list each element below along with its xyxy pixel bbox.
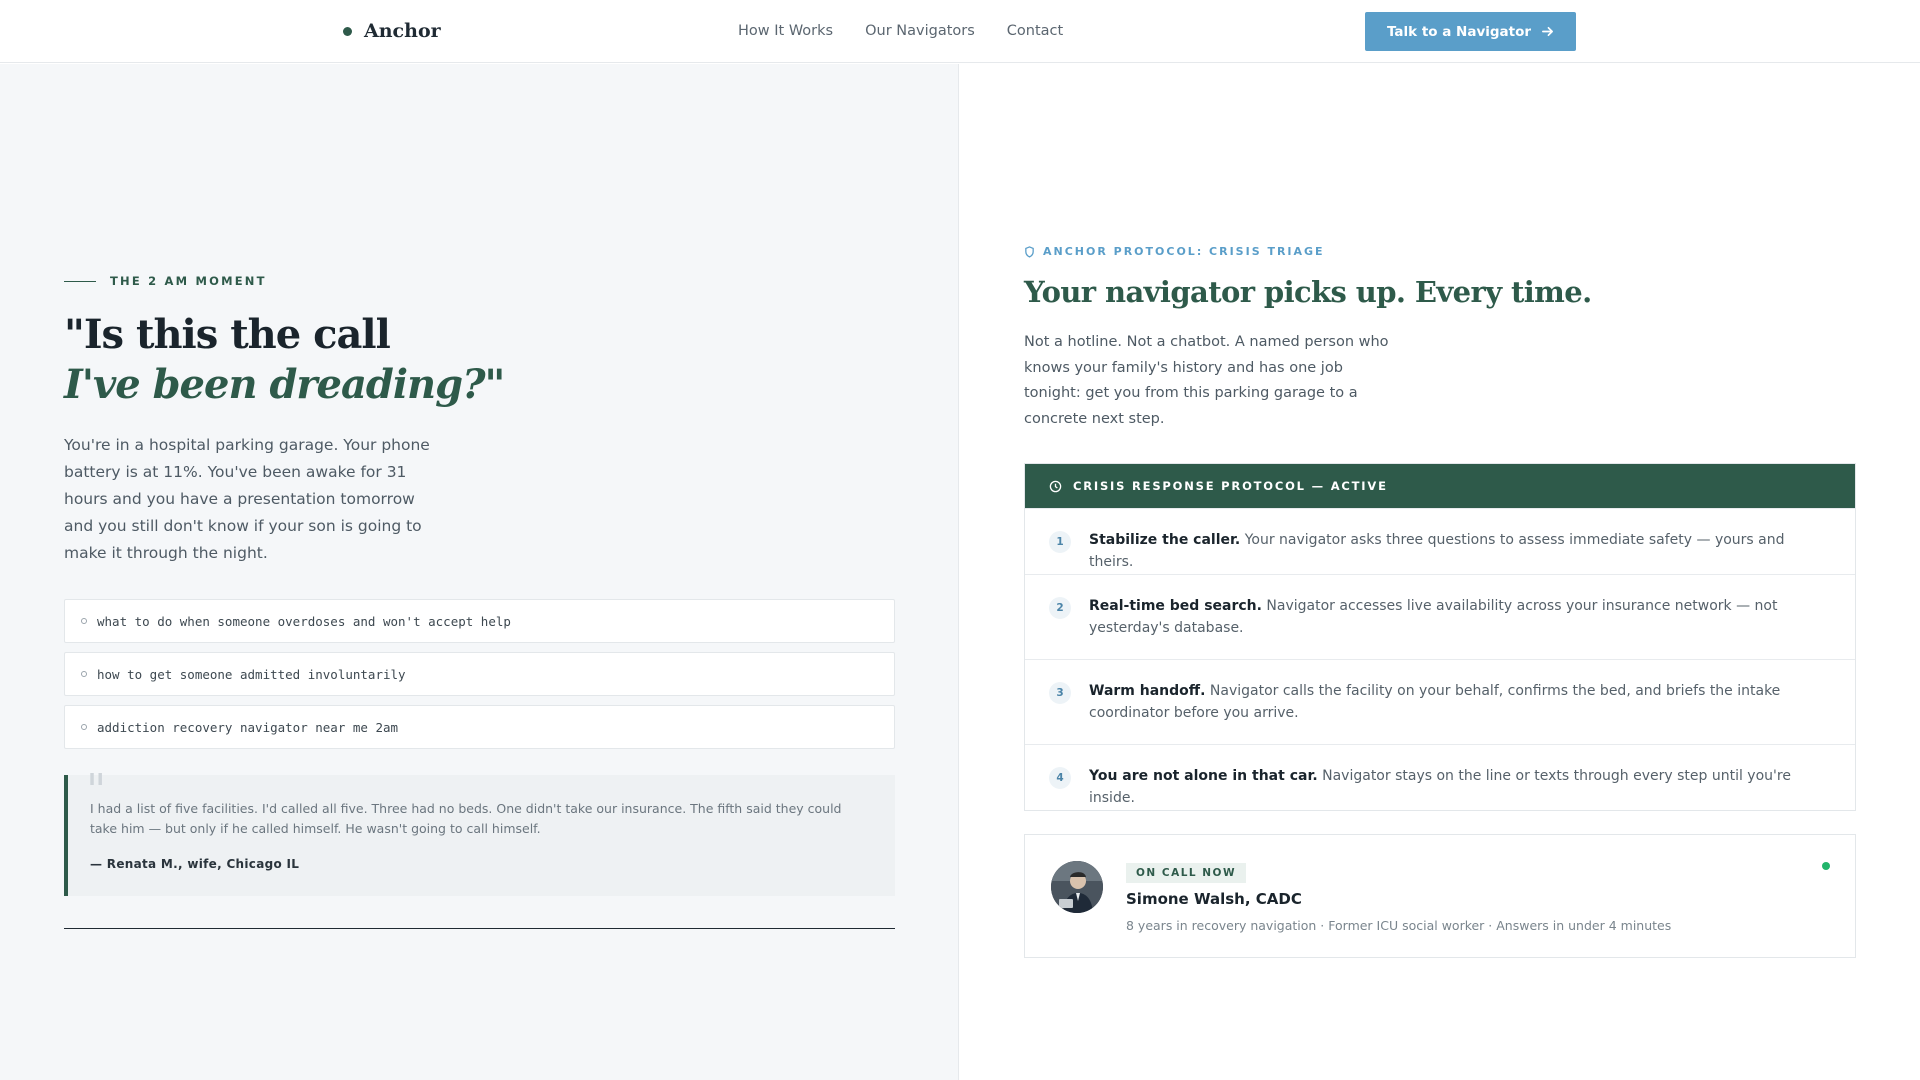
headline-line-2: I've been dreading?" bbox=[64, 361, 505, 408]
section-title: Your navigator picks up. Every time. bbox=[1024, 275, 1592, 309]
search-query[interactable]: how to get someone admitted involuntaril… bbox=[64, 652, 895, 696]
navigator-name: Simone Walsh, CADC bbox=[1126, 890, 1302, 908]
story-paragraph: You're in a hospital parking garage. You… bbox=[64, 436, 430, 562]
quote-text: I had a list of five facilities. I'd cal… bbox=[90, 801, 842, 836]
navigator-meta: 8 years in recovery navigation · Former … bbox=[1126, 918, 1672, 933]
section-description: Not a hotline. Not a chatbot. A named pe… bbox=[1024, 334, 1389, 427]
shield-icon bbox=[1025, 245, 1034, 258]
step-body: Stabilize the caller. Your navigator ask… bbox=[1089, 529, 1831, 573]
protocol-eyebrow-text: ANCHOR PROTOCOL: CRISIS TRIAGE bbox=[1043, 245, 1325, 258]
step-body: Warm handoff. Navigator calls the facili… bbox=[1089, 680, 1831, 724]
nav-contact[interactable]: Contact bbox=[1007, 23, 1063, 39]
on-call-badge: ON CALL NOW bbox=[1126, 863, 1247, 883]
step-number: 1 bbox=[1049, 531, 1071, 553]
protocol-step: 1 Stabilize the caller. Your navigator a… bbox=[1025, 508, 1855, 574]
eyebrow: THE 2 AM MOMENT bbox=[64, 274, 267, 288]
logo-dot-icon bbox=[343, 26, 352, 36]
avatar-person-icon bbox=[1051, 861, 1103, 913]
search-query-text: what to do when someone overdoses and wo… bbox=[97, 613, 511, 629]
nav-how-it-works[interactable]: How It Works bbox=[738, 23, 833, 39]
clock-icon bbox=[1049, 480, 1062, 492]
nav-our-navigators[interactable]: Our Navigators bbox=[865, 23, 975, 39]
hero-headline: "Is this the call I've been dreading?" bbox=[64, 310, 505, 410]
arrow-right-icon bbox=[1542, 26, 1554, 37]
online-status-icon bbox=[1822, 862, 1830, 870]
step-number: 4 bbox=[1049, 767, 1071, 789]
search-icon bbox=[81, 671, 87, 677]
quote-attribution: — Renata M., wife, Chicago IL bbox=[90, 857, 300, 871]
talk-to-navigator-button[interactable]: Talk to a Navigator bbox=[1365, 12, 1576, 51]
site-header: Anchor How It Works Our Navigators Conta… bbox=[0, 0, 1920, 63]
search-query[interactable]: addiction recovery navigator near me 2am bbox=[64, 705, 895, 749]
right-panel: ANCHOR PROTOCOL: CRISIS TRIAGE Your navi… bbox=[960, 64, 1920, 1080]
step-body: You are not alone in that car. Navigator… bbox=[1089, 765, 1831, 809]
protocol-step: 3 Warm handoff. Navigator calls the faci… bbox=[1025, 659, 1855, 744]
step-title: Real-time bed search. bbox=[1089, 598, 1262, 614]
protocol-step: 4 You are not alone in that car. Navigat… bbox=[1025, 744, 1855, 810]
brand-name: Anchor bbox=[364, 20, 441, 42]
section-divider bbox=[64, 928, 895, 929]
search-query-text: how to get someone admitted involuntaril… bbox=[97, 666, 406, 682]
protocol-header: CRISIS RESPONSE PROTOCOL — ACTIVE bbox=[1025, 464, 1855, 508]
search-query-text: addiction recovery navigator near me 2am bbox=[97, 719, 399, 735]
navigator-avatar bbox=[1051, 861, 1103, 913]
protocol-step: 2 Real-time bed search. Navigator access… bbox=[1025, 574, 1855, 659]
navigator-card[interactable]: ON CALL NOW Simone Walsh, CADC 8 years i… bbox=[1024, 834, 1856, 958]
step-number: 3 bbox=[1049, 682, 1071, 704]
quote-mark-icon: " bbox=[86, 765, 107, 816]
protocol-eyebrow: ANCHOR PROTOCOL: CRISIS TRIAGE bbox=[1024, 245, 1325, 258]
brand-logo[interactable]: Anchor bbox=[343, 20, 441, 42]
step-title: You are not alone in that car. bbox=[1089, 768, 1318, 784]
step-body: Real-time bed search. Navigator accesses… bbox=[1089, 595, 1831, 639]
protocol-title: CRISIS RESPONSE PROTOCOL — ACTIVE bbox=[1073, 479, 1388, 493]
eyebrow-line bbox=[64, 280, 96, 282]
main-nav: How It Works Our Navigators Contact bbox=[738, 23, 1063, 39]
search-query[interactable]: what to do when someone overdoses and wo… bbox=[64, 599, 895, 643]
step-title: Stabilize the caller. bbox=[1089, 532, 1241, 548]
search-queries-list: what to do when someone overdoses and wo… bbox=[64, 599, 895, 749]
eyebrow-text: THE 2 AM MOMENT bbox=[110, 274, 267, 288]
step-number: 2 bbox=[1049, 597, 1071, 619]
search-icon bbox=[81, 724, 87, 730]
testimonial-quote: " I had a list of five facilities. I'd c… bbox=[64, 769, 895, 896]
left-panel: THE 2 AM MOMENT "Is this the call I've b… bbox=[0, 64, 959, 1080]
search-icon bbox=[81, 618, 87, 624]
step-title: Warm handoff. bbox=[1089, 683, 1206, 699]
crisis-protocol-card: CRISIS RESPONSE PROTOCOL — ACTIVE 1 Stab… bbox=[1024, 463, 1856, 811]
headline-line-1: "Is this the call bbox=[64, 311, 391, 358]
cta-label: Talk to a Navigator bbox=[1386, 23, 1532, 40]
